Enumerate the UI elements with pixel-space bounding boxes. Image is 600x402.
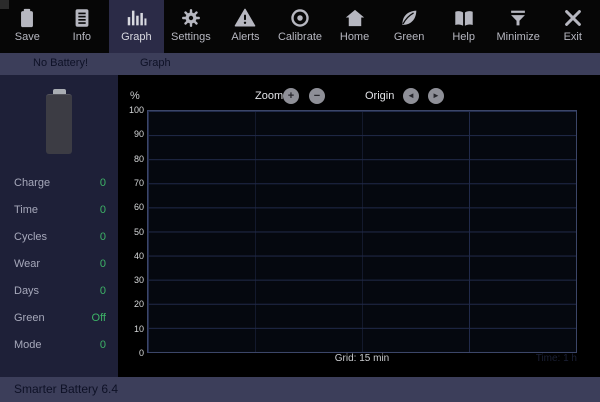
stat-label: Green — [14, 312, 45, 324]
time-span-label: Time: 1 h — [147, 353, 577, 364]
toolbar-button-alerts[interactable]: Alerts — [218, 0, 273, 53]
y-tick-label: 30 — [118, 275, 144, 285]
toolbar-button-label: Help — [452, 31, 475, 43]
zoom-out-button[interactable]: − — [309, 88, 325, 104]
app-version-label: Smarter Battery 6.4 — [14, 382, 118, 396]
zoom-label: Zoom — [255, 90, 283, 102]
stat-row-wear: Wear 0 — [0, 250, 118, 277]
y-tick-label: 50 — [118, 227, 144, 237]
toolbar-button-label: Graph — [121, 31, 152, 43]
y-tick-label: 0 — [118, 348, 144, 358]
stat-value: 0 — [100, 177, 106, 189]
toolbar-button-calibrate[interactable]: Calibrate — [273, 0, 328, 53]
stat-label: Cycles — [14, 231, 47, 243]
toolbar-button-label: Home — [340, 31, 369, 43]
sidebar: Charge 0 Time 0 Cycles 0 Wear 0 Days 0 Green Off Mod… — [0, 75, 118, 377]
origin-right-button[interactable]: ► — [428, 88, 444, 104]
toolbar-button-help[interactable]: Help — [436, 0, 491, 53]
toolbar-button-graph[interactable]: Graph — [109, 0, 164, 53]
current-view-label: Graph — [140, 57, 171, 69]
y-tick-label: 10 — [118, 324, 144, 334]
stat-label: Mode — [14, 339, 42, 351]
smarter-battery-window: Save Info Graph Settings Alerts Calibrate Home… — [0, 0, 600, 402]
stat-value: Off — [92, 312, 106, 324]
statusbar: Smarter Battery 6.4 — [0, 377, 600, 402]
infobar: No Battery! Graph — [0, 53, 600, 75]
stat-label: Wear — [14, 258, 40, 270]
toolbar-button-home[interactable]: Home — [327, 0, 382, 53]
origin-label: Origin — [365, 90, 394, 102]
plot-area — [147, 110, 577, 353]
stat-value: 0 — [100, 231, 106, 243]
y-tick-label: 20 — [118, 299, 144, 309]
leaf-icon — [398, 7, 420, 29]
toolbar-button-label: Alerts — [231, 31, 259, 43]
y-tick-label: 60 — [118, 202, 144, 212]
battery-stats-list: Charge 0 Time 0 Cycles 0 Wear 0 Days 0 Green Off Mod… — [0, 169, 118, 358]
toolbar-button-settings[interactable]: Settings — [164, 0, 219, 53]
stat-label: Days — [14, 285, 39, 297]
stat-value: 0 — [100, 339, 106, 351]
home-icon — [344, 7, 366, 29]
stat-label: Charge — [14, 177, 50, 189]
stat-row-cycles: Cycles 0 — [0, 223, 118, 250]
toolbar-button-label: Exit — [564, 31, 582, 43]
bar-chart-icon — [125, 7, 147, 29]
info-document-icon — [71, 7, 93, 29]
warning-icon — [234, 7, 256, 29]
stat-label: Time — [14, 204, 38, 216]
y-tick-label: 80 — [118, 154, 144, 164]
content-area: Charge 0 Time 0 Cycles 0 Wear 0 Days 0 Green Off Mod… — [0, 75, 600, 377]
gear-icon — [180, 7, 202, 29]
y-tick-label: 90 — [118, 129, 144, 139]
stat-row-green: Green Off — [0, 304, 118, 331]
toolbar-button-green[interactable]: Green — [382, 0, 437, 53]
stat-row-days: Days 0 — [0, 277, 118, 304]
toolbar-button-label: Info — [73, 31, 91, 43]
toolbar-button-label: Green — [394, 31, 425, 43]
y-tick-label: 40 — [118, 251, 144, 261]
battery-body — [46, 94, 72, 154]
stat-row-time: Time 0 — [0, 196, 118, 223]
toolbar-button-label: Calibrate — [278, 31, 322, 43]
toolbar-button-label: Save — [15, 31, 40, 43]
toolbar-button-info[interactable]: Info — [55, 0, 110, 53]
close-icon — [562, 7, 584, 29]
origin-left-button[interactable]: ◄ — [403, 88, 419, 104]
minimize-icon — [507, 7, 529, 29]
window-corner-artifact — [0, 0, 9, 9]
y-tick-label: 70 — [118, 178, 144, 188]
battery-status-text: No Battery! — [33, 57, 88, 69]
stat-value: 0 — [100, 285, 106, 297]
y-axis-ticks: 1009080706050403020100 — [118, 75, 144, 377]
zoom-in-button[interactable]: + — [283, 88, 299, 104]
graph-panel: % Zoom + − Origin ◄ ► 100908070605040302… — [118, 75, 600, 377]
target-icon — [289, 7, 311, 29]
toolbar-button-exit[interactable]: Exit — [545, 0, 600, 53]
stat-row-mode: Mode 0 — [0, 331, 118, 358]
y-tick-label: 100 — [118, 105, 144, 115]
toolbar: Save Info Graph Settings Alerts Calibrate Home… — [0, 0, 600, 53]
stat-row-charge: Charge 0 — [0, 169, 118, 196]
toolbar-button-label: Settings — [171, 31, 211, 43]
battery-icon — [46, 89, 72, 154]
toolbar-button-label: Minimize — [496, 31, 539, 43]
toolbar-button-minimize[interactable]: Minimize — [491, 0, 546, 53]
stat-value: 0 — [100, 204, 106, 216]
stat-value: 0 — [100, 258, 106, 270]
book-icon — [453, 7, 475, 29]
battery-save-icon — [16, 7, 38, 29]
